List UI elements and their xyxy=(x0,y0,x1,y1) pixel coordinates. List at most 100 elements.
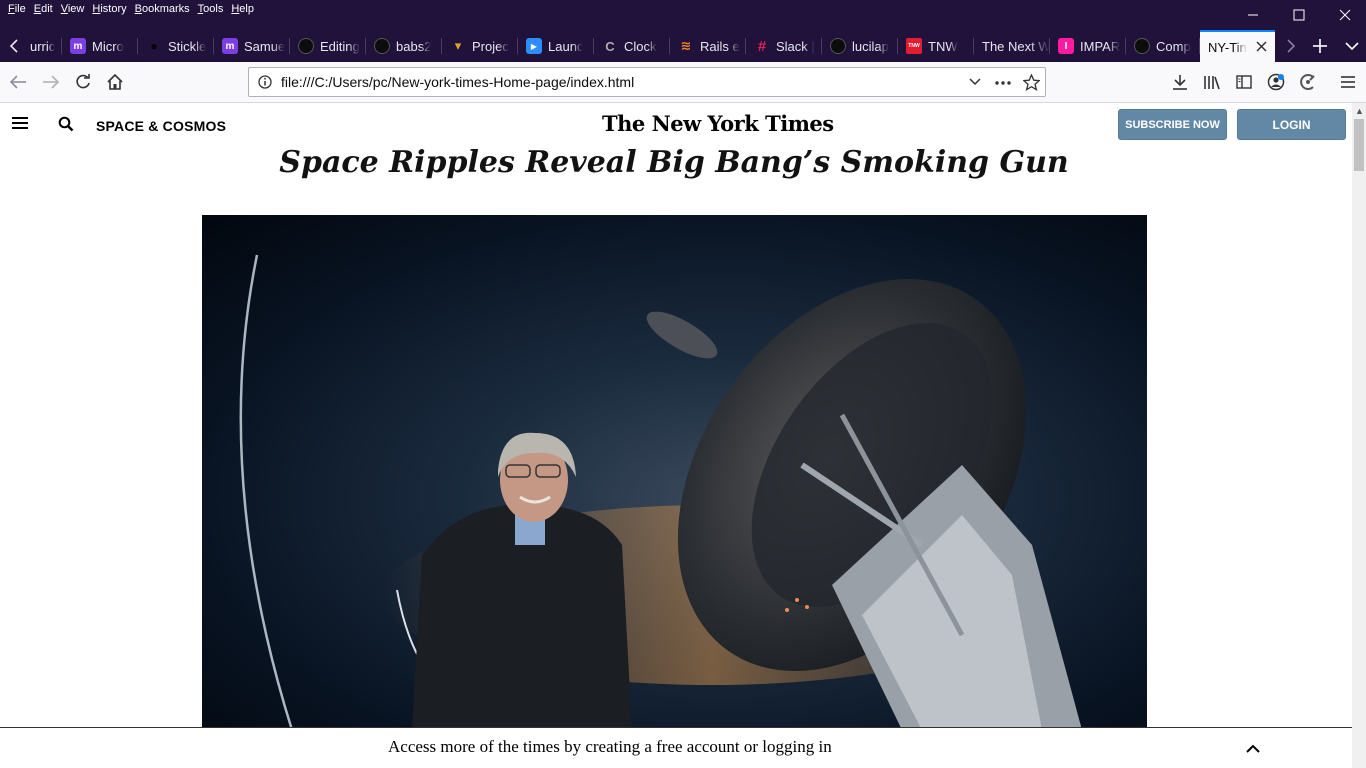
bookmark-star-icon[interactable] xyxy=(1023,74,1040,91)
library-button[interactable] xyxy=(1198,68,1226,96)
site-menu-icon[interactable] xyxy=(12,117,28,133)
browser-tab[interactable]: I IMPAR xyxy=(1050,30,1126,62)
tab-title: Samue xyxy=(244,38,286,54)
browser-tab[interactable]: ▶ Launc xyxy=(518,30,594,62)
tab-title: Clock xyxy=(624,38,657,54)
home-button[interactable] xyxy=(101,68,129,96)
tab-title: Launc xyxy=(548,38,584,54)
tab-strip: urric m Micro ● Stickle m Samue Editing babs2 ▾ Pr… xyxy=(0,30,1366,62)
browser-tab[interactable]: Editing xyxy=(290,30,366,62)
browser-tab[interactable]: ≋ Rails e xyxy=(670,30,746,62)
app-menu-button[interactable] xyxy=(1334,68,1362,96)
downloads-button[interactable] xyxy=(1166,68,1194,96)
impar-icon: I xyxy=(1058,38,1074,54)
nyt-logo[interactable]: The New York Times xyxy=(602,111,834,136)
browser-tab[interactable]: m Samue xyxy=(214,30,290,62)
scroll-tabs-right-button[interactable] xyxy=(1277,30,1305,62)
clockify-icon xyxy=(1300,74,1315,90)
list-all-tabs-button[interactable] xyxy=(1338,30,1366,62)
chevron-down-icon xyxy=(1345,42,1359,51)
github-icon xyxy=(830,38,846,54)
chevron-right-icon xyxy=(1287,39,1296,53)
browser-tab[interactable]: Comp xyxy=(1126,30,1200,62)
tab-title: IMPAR xyxy=(1080,38,1121,54)
chevron-left-icon xyxy=(9,39,18,53)
minimize-button[interactable] xyxy=(1230,0,1276,30)
url-dropdown-icon[interactable] xyxy=(969,78,981,86)
page-actions-icon[interactable] xyxy=(995,81,1011,85)
close-icon xyxy=(1339,9,1351,21)
url-bar[interactable]: file:///C:/Users/pc/New-york-times-Home-… xyxy=(248,67,1046,97)
new-tab-button[interactable] xyxy=(1306,30,1334,62)
browser-tab[interactable]: urric xyxy=(22,30,62,62)
tab-title: Micro xyxy=(92,38,124,54)
tab-title: Comp xyxy=(1156,38,1191,54)
close-window-button[interactable] xyxy=(1322,0,1366,30)
login-button[interactable]: LOGIN xyxy=(1237,109,1346,140)
back-button[interactable] xyxy=(4,68,32,96)
account-icon xyxy=(1267,73,1285,91)
title-bar: File Edit View History Bookmarks Tools Help xyxy=(0,0,1366,30)
hero-photo xyxy=(202,215,1147,730)
extension-clockify-button[interactable] xyxy=(1294,68,1322,96)
forward-button[interactable] xyxy=(37,68,65,96)
tab-title: Slack | xyxy=(776,38,815,54)
minimize-icon xyxy=(1248,14,1258,16)
browser-tab[interactable]: C Clock xyxy=(594,30,670,62)
github-icon xyxy=(374,38,390,54)
account-prompt-message: Access more of the times by creating a f… xyxy=(388,737,832,756)
menu-view[interactable]: View xyxy=(57,2,89,16)
sidebar-icon xyxy=(1236,75,1252,89)
menu-tools[interactable]: Tools xyxy=(194,2,228,16)
m-icon: m xyxy=(70,38,86,54)
menu-edit[interactable]: Edit xyxy=(30,2,57,16)
site-header: SPACE & COSMOS The New York Times SUBSCR… xyxy=(0,103,1352,149)
navigation-bar: file:///C:/Users/pc/New-york-times-Home-… xyxy=(0,62,1366,103)
home-icon xyxy=(107,74,123,90)
browser-tab[interactable]: ▾ Projec xyxy=(442,30,518,62)
tab-title: NY-Tin xyxy=(1208,39,1247,55)
zoom-icon: ▶ xyxy=(526,38,542,54)
menu-history[interactable]: History xyxy=(88,2,130,16)
tab-title: Rails e xyxy=(700,38,740,54)
tab-title: lucilap xyxy=(852,38,889,54)
browser-tab[interactable]: TNW TNW xyxy=(898,30,974,62)
page-viewport: SPACE & COSMOS The New York Times SUBSCR… xyxy=(0,103,1352,768)
clockify-icon: C xyxy=(605,38,615,54)
close-tab-icon[interactable] xyxy=(1256,39,1267,57)
browser-tab[interactable]: # Slack | xyxy=(746,30,822,62)
site-search-button[interactable] xyxy=(58,116,74,137)
tab-title: TNW xyxy=(928,38,958,54)
library-icon xyxy=(1204,76,1220,90)
expand-prompt-button[interactable] xyxy=(1246,740,1260,758)
browser-tab[interactable]: lucilap xyxy=(822,30,898,62)
page-scrollbar[interactable]: ▲ xyxy=(1352,103,1366,768)
chevron-up-icon xyxy=(1246,744,1260,753)
scrollbar-thumb[interactable] xyxy=(1354,119,1364,171)
tab-title: Stickle xyxy=(168,38,207,54)
plus-icon xyxy=(1313,39,1327,53)
section-label[interactable]: SPACE & COSMOS xyxy=(96,118,226,134)
browser-tab[interactable]: NY-Tin xyxy=(1200,30,1275,62)
arrow-right-icon xyxy=(43,75,60,89)
trophy-icon: ▾ xyxy=(454,38,462,53)
url-text[interactable]: file:///C:/Users/pc/New-york-times-Home-… xyxy=(281,74,634,90)
browser-tab[interactable]: babs2 xyxy=(366,30,442,62)
menu-help[interactable]: Help xyxy=(227,2,258,16)
sidebar-button[interactable] xyxy=(1230,68,1258,96)
telescope-photo-illustration xyxy=(202,215,1147,730)
scroll-up-icon[interactable]: ▲ xyxy=(1355,106,1364,116)
reload-button[interactable] xyxy=(69,68,97,96)
stack-icon: ≋ xyxy=(680,38,692,53)
browser-tab[interactable]: m Micro xyxy=(62,30,138,62)
menu-bookmarks[interactable]: Bookmarks xyxy=(131,2,194,16)
account-button[interactable] xyxy=(1262,68,1290,96)
tab-title: urric xyxy=(30,38,56,54)
browser-tab[interactable]: ● Stickle xyxy=(138,30,214,62)
subscribe-button[interactable]: SUBSCRIBE NOW xyxy=(1118,109,1227,140)
maximize-button[interactable] xyxy=(1276,0,1322,30)
menu-bar: File Edit View History Bookmarks Tools Help xyxy=(4,2,258,16)
info-icon[interactable] xyxy=(258,75,272,89)
menu-file[interactable]: File xyxy=(4,2,30,16)
browser-tab[interactable]: The Next W xyxy=(974,30,1050,62)
